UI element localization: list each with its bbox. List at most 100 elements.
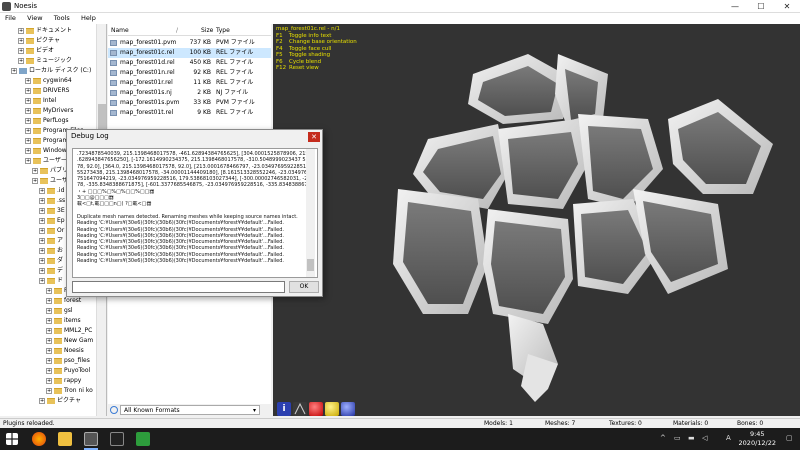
tree-item[interactable]: + .id: [39, 186, 64, 196]
expand-toggle-icon[interactable]: +: [39, 227, 45, 234]
minimize-button[interactable]: —: [722, 0, 748, 13]
expand-toggle-icon[interactable]: +: [46, 337, 52, 344]
tree-item[interactable]: + forest: [46, 296, 81, 306]
log-scrollbar-thumb[interactable]: [307, 259, 314, 271]
tree-item[interactable]: + Ep: [39, 216, 65, 226]
menu-view[interactable]: View: [22, 13, 46, 22]
expand-toggle-icon[interactable]: +: [11, 67, 17, 74]
file-row[interactable]: map_forest01s.pvm 33 KB PVM ファイル: [108, 98, 271, 108]
expand-toggle-icon[interactable]: +: [39, 197, 45, 204]
expand-toggle-icon[interactable]: +: [25, 147, 31, 154]
format-filter-select[interactable]: All Known Formats ▾: [120, 405, 260, 415]
tree-item[interactable]: + DRIVERS: [25, 86, 69, 96]
tree-item[interactable]: + パブリ: [32, 166, 68, 176]
tray-chevron-icon[interactable]: ^: [660, 434, 666, 442]
expand-toggle-icon[interactable]: +: [39, 207, 45, 214]
blue-sphere-icon[interactable]: [341, 402, 355, 416]
log-scrollbar[interactable]: [306, 149, 315, 277]
notification-icon[interactable]: ▢: [786, 434, 793, 442]
refresh-icon[interactable]: [110, 406, 118, 414]
start-icon[interactable]: [6, 433, 18, 445]
debug-close-button[interactable]: ✕: [308, 132, 320, 142]
tree-item[interactable]: + gsl: [46, 306, 73, 316]
tree-item[interactable]: + ダ: [39, 256, 63, 266]
expand-toggle-icon[interactable]: +: [32, 177, 38, 184]
terminal-icon[interactable]: [110, 432, 124, 446]
expand-toggle-icon[interactable]: +: [46, 347, 52, 354]
tree-item[interactable]: + Or: [39, 226, 64, 236]
tree-item[interactable]: + Windows: [25, 146, 70, 156]
expand-toggle-icon[interactable]: +: [39, 267, 45, 274]
tree-item[interactable]: + ユーザ: [32, 176, 68, 186]
app-taskbar-icon[interactable]: [136, 432, 150, 446]
info-icon[interactable]: i: [277, 402, 291, 416]
network-icon[interactable]: ▭: [674, 434, 681, 442]
tree-item[interactable]: + Noesis: [46, 346, 84, 356]
column-type[interactable]: Type: [216, 27, 230, 34]
tree-item[interactable]: + ド: [39, 276, 63, 286]
expand-toggle-icon[interactable]: +: [25, 87, 31, 94]
expand-toggle-icon[interactable]: +: [18, 27, 24, 34]
ok-button[interactable]: OK: [289, 281, 319, 293]
tree-item[interactable]: + ピクチャ: [39, 396, 81, 406]
model-viewport[interactable]: [273, 24, 800, 416]
expand-toggle-icon[interactable]: +: [39, 257, 45, 264]
file-row[interactable]: map_forest01s.nj 2 KB NJ ファイル: [108, 88, 271, 98]
ime-indicator[interactable]: A: [726, 434, 731, 442]
battery-icon[interactable]: ▬: [688, 434, 695, 442]
noesis-taskbar-icon[interactable]: [84, 432, 98, 446]
expand-toggle-icon[interactable]: +: [46, 377, 52, 384]
tree-item[interactable]: + .ss: [39, 196, 65, 206]
tree-item[interactable]: + デ: [39, 266, 63, 276]
expand-toggle-icon[interactable]: +: [18, 37, 24, 44]
debug-command-input[interactable]: [72, 281, 285, 293]
firefox-icon[interactable]: [32, 432, 46, 446]
expand-toggle-icon[interactable]: +: [39, 277, 45, 284]
expand-toggle-icon[interactable]: +: [46, 327, 52, 334]
expand-toggle-icon[interactable]: +: [32, 167, 38, 174]
expand-toggle-icon[interactable]: +: [25, 97, 31, 104]
expand-toggle-icon[interactable]: +: [46, 307, 52, 314]
tree-item[interactable]: + MyDrivers: [25, 106, 73, 116]
expand-toggle-icon[interactable]: +: [39, 237, 45, 244]
expand-toggle-icon[interactable]: +: [39, 397, 45, 404]
menu-tools[interactable]: Tools: [49, 13, 74, 22]
tree-item[interactable]: + ビデオ: [18, 46, 54, 56]
menu-help[interactable]: Help: [76, 13, 100, 22]
tree-item[interactable]: + PuyoTool: [46, 366, 90, 376]
expand-toggle-icon[interactable]: +: [25, 137, 31, 144]
tree-item[interactable]: +3E: [39, 206, 65, 216]
red-sphere-icon[interactable]: [309, 402, 323, 416]
explorer-icon[interactable]: [58, 432, 72, 446]
expand-toggle-icon[interactable]: +: [46, 357, 52, 364]
column-size[interactable]: Size: [201, 27, 213, 34]
file-row[interactable]: map_forest01.pvm 737 KB PVM ファイル: [108, 38, 271, 48]
file-row[interactable]: map_forest01t.rel 9 KB REL ファイル: [108, 108, 271, 118]
expand-toggle-icon[interactable]: +: [25, 157, 31, 164]
clock[interactable]: 9:45 2020/12/22: [739, 430, 776, 448]
debug-log-text[interactable]: .7234878540039, 215.1398468017578, -461.…: [72, 148, 318, 278]
tree-item[interactable]: + ユーザー: [25, 156, 67, 166]
menu-file[interactable]: File: [0, 13, 20, 22]
expand-toggle-icon[interactable]: +: [46, 367, 52, 374]
tree-item[interactable]: + ア: [39, 236, 63, 246]
column-name[interactable]: Name: [111, 27, 129, 34]
expand-toggle-icon[interactable]: +: [25, 107, 31, 114]
wireframe-icon[interactable]: [293, 402, 307, 416]
tree-item[interactable]: + ピクチャ: [18, 36, 60, 46]
tree-item[interactable]: + Program: [25, 136, 68, 146]
tree-item[interactable]: + ローカル ディスク (C:): [11, 66, 91, 76]
expand-toggle-icon[interactable]: +: [39, 247, 45, 254]
close-button[interactable]: ✕: [774, 0, 800, 13]
expand-toggle-icon[interactable]: +: [39, 187, 45, 194]
expand-toggle-icon[interactable]: +: [18, 47, 24, 54]
expand-toggle-icon[interactable]: +: [39, 217, 45, 224]
tree-item[interactable]: + ドキュメント: [18, 26, 72, 36]
yellow-sphere-icon[interactable]: [325, 402, 339, 416]
expand-toggle-icon[interactable]: +: [46, 297, 52, 304]
file-row[interactable]: map_forest01n.rel 92 KB REL ファイル: [108, 68, 271, 78]
expand-toggle-icon[interactable]: +: [25, 77, 31, 84]
tree-item[interactable]: + pso_files: [46, 356, 90, 366]
tree-item[interactable]: + ミュージック: [18, 56, 72, 66]
tree-item[interactable]: + MML2_PC: [46, 326, 92, 336]
